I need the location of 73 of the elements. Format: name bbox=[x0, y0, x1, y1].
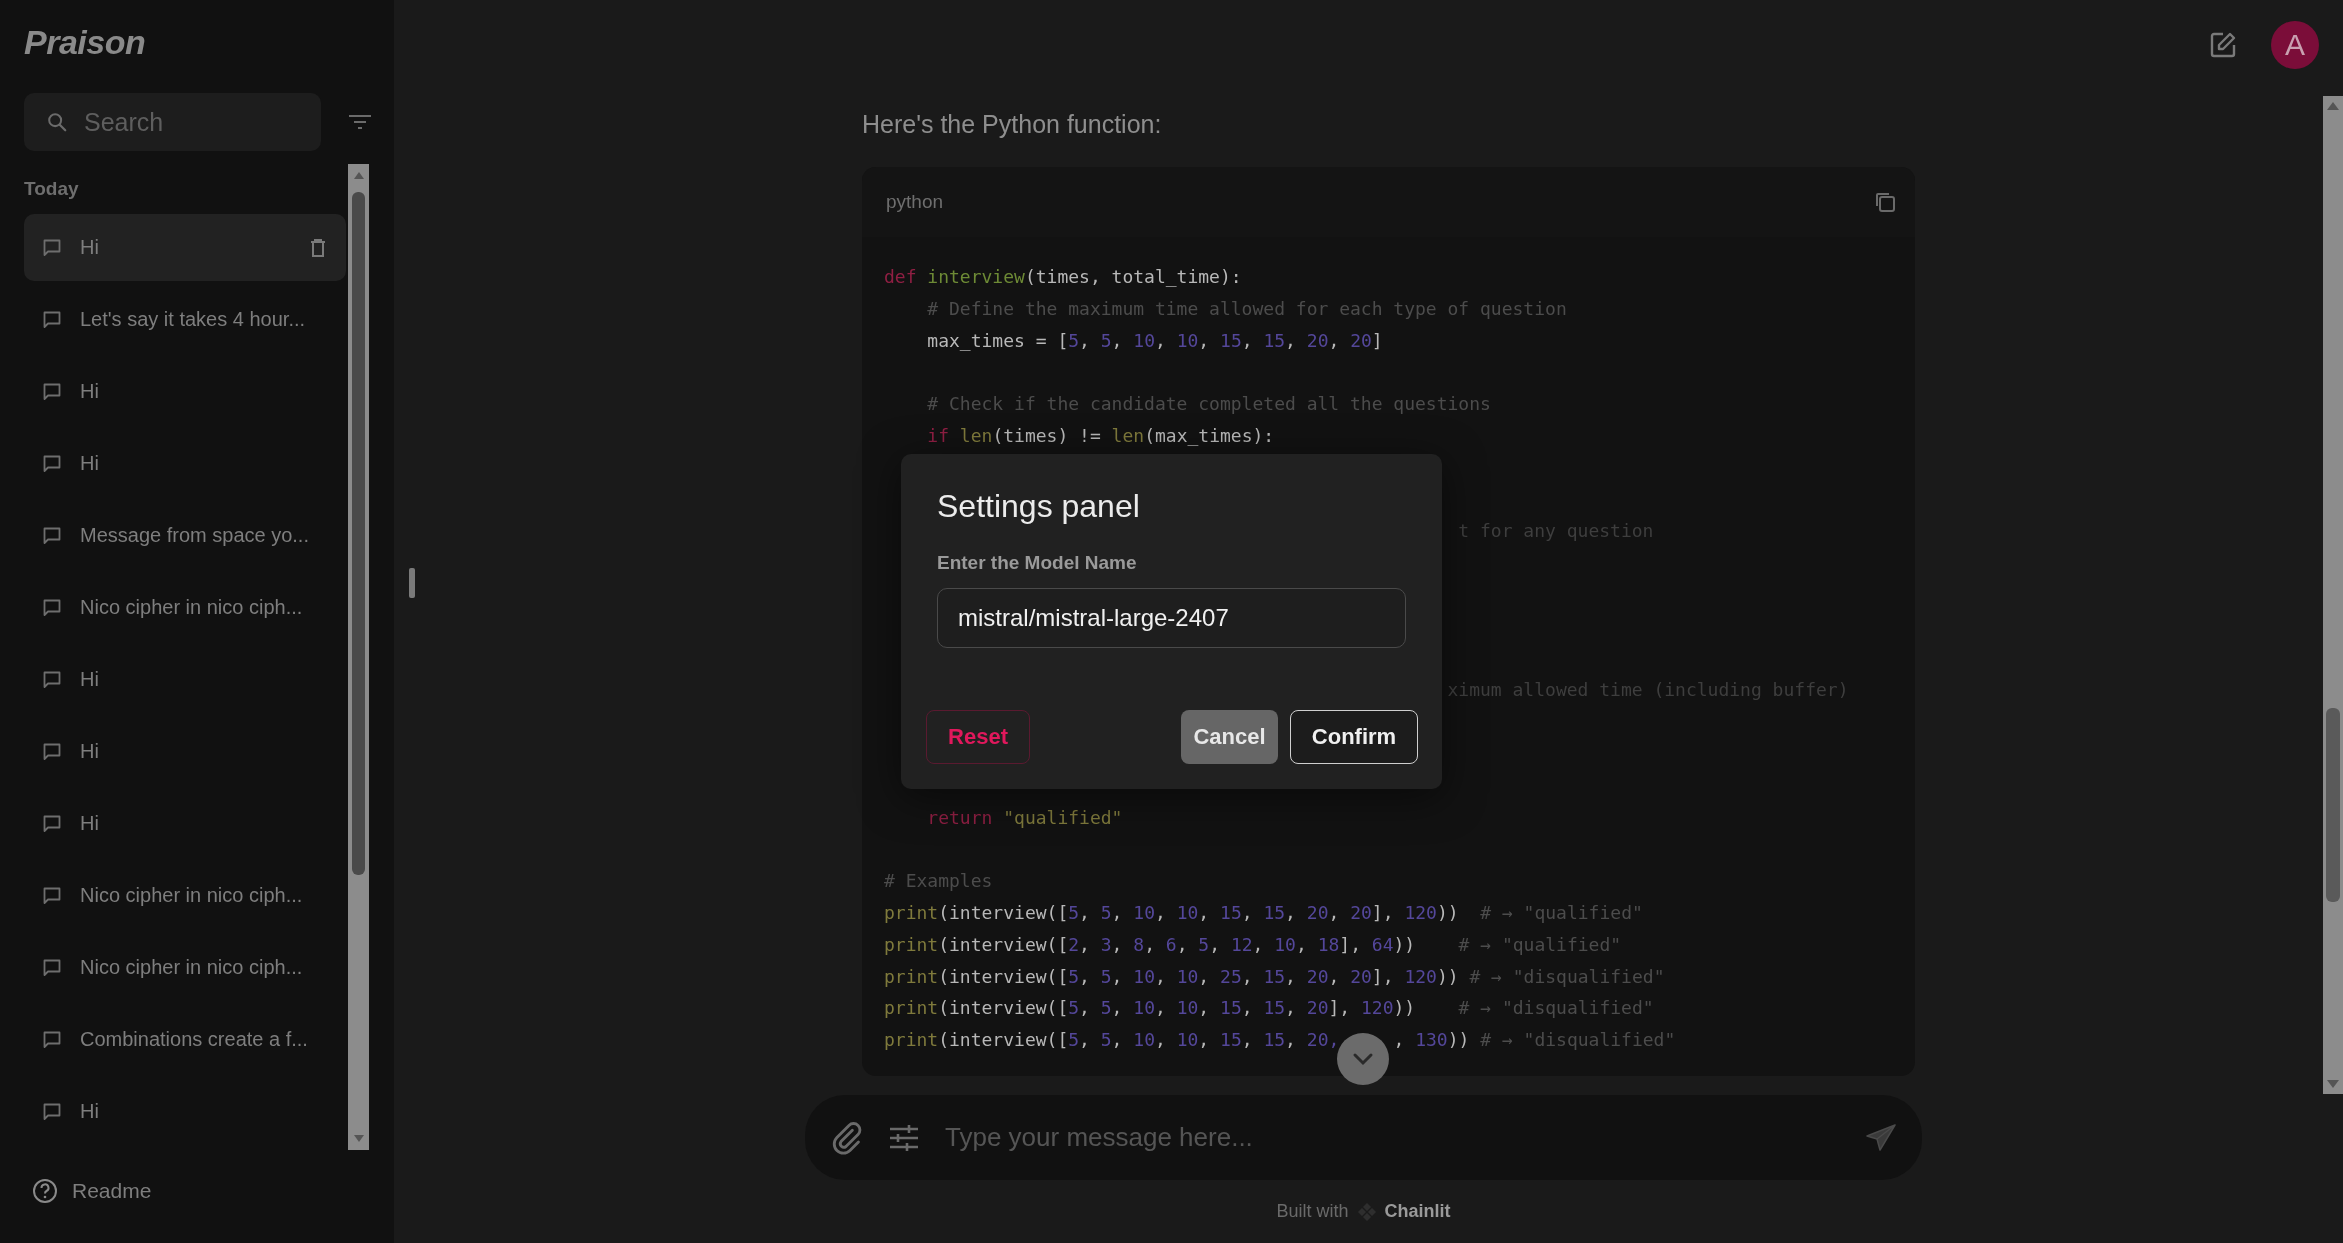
code-line: def interview(times, total_time): bbox=[884, 266, 1242, 287]
trash-icon[interactable] bbox=[310, 237, 326, 258]
code-line: print(interview([5, 5, 10, 10, 15, 15, 20, , 130)) # → "disqualified" bbox=[884, 1029, 1676, 1051]
chat-bubble-icon bbox=[42, 237, 62, 258]
code-line: print(interview([2, 3, 8, 6, 5, 12, 10, 18], 64)) # → "qualified" bbox=[884, 933, 1622, 955]
chat-item[interactable]: Nico cipher in nico ciph... bbox=[24, 862, 346, 929]
chat-bubble-icon bbox=[42, 309, 62, 330]
drag-handle[interactable] bbox=[409, 568, 415, 598]
code-line: print(interview([5, 5, 10, 10, 25, 15, 20, 20], 120)) # → "disqualified" bbox=[884, 965, 1665, 987]
chat-item[interactable]: Let's say it takes 4 hour... bbox=[24, 286, 346, 353]
chat-bubble-icon bbox=[42, 381, 62, 402]
chevron-down-icon bbox=[1351, 1052, 1374, 1066]
scroll-thumb[interactable] bbox=[2326, 708, 2340, 902]
chat-item[interactable]: Hi bbox=[24, 790, 346, 857]
search-icon bbox=[46, 111, 68, 133]
scroll-up-icon[interactable] bbox=[2325, 100, 2341, 112]
language-label: python bbox=[886, 191, 944, 213]
copy-icon[interactable] bbox=[1873, 190, 1897, 214]
chat-item[interactable]: Message from space yo... bbox=[24, 502, 346, 569]
readme-link[interactable]: Readme bbox=[32, 1178, 152, 1204]
dialog-title: Settings panel bbox=[937, 487, 1140, 526]
chat-bubble-icon bbox=[42, 1101, 62, 1122]
model-name-field[interactable]: mistral/mistral-large-2407 bbox=[937, 588, 1406, 648]
dialog-button[interactable]: Confirm bbox=[1290, 710, 1418, 764]
logo: Praison bbox=[24, 22, 146, 62]
chat-bubble-icon bbox=[42, 885, 62, 906]
scroll-up-icon[interactable] bbox=[351, 170, 366, 180]
group-label: Today bbox=[24, 177, 79, 201]
dialog-button[interactable]: Reset bbox=[926, 710, 1030, 764]
chat-item[interactable]: Nico cipher in nico ciph... bbox=[24, 934, 346, 1001]
chat-item[interactable]: Hi bbox=[24, 718, 346, 785]
code-line: print(interview([5, 5, 10, 10, 15, 15, 20], 120)) # → "disqualified" bbox=[884, 997, 1654, 1019]
chat-item[interactable]: Hi bbox=[24, 214, 346, 281]
scrollbar[interactable] bbox=[2323, 96, 2343, 1094]
code-line: max_times = [5, 5, 10, 10, 15, 15, 20, 20] bbox=[927, 329, 1383, 351]
chat-item[interactable]: Nico cipher in nico ciph... bbox=[24, 574, 346, 641]
chat-bubble-icon bbox=[42, 597, 62, 618]
message-composer[interactable]: Type your message here... bbox=[805, 1095, 1922, 1180]
chat-bubble-icon bbox=[42, 813, 62, 834]
scrollbar[interactable] bbox=[348, 164, 369, 1150]
message-text: Here's the Python function: bbox=[862, 109, 1162, 139]
message-input[interactable]: Type your message here... bbox=[945, 1122, 1840, 1153]
scroll-down-icon[interactable] bbox=[351, 1134, 366, 1144]
code-line: return "qualified" bbox=[927, 806, 1123, 828]
chat-bubble-icon bbox=[42, 741, 62, 762]
scroll-down-icon[interactable] bbox=[2325, 1078, 2341, 1090]
chat-bubble-icon bbox=[42, 453, 62, 474]
scroll-thumb[interactable] bbox=[352, 192, 365, 875]
built-with-text: Built with bbox=[1276, 1201, 1349, 1222]
help-icon bbox=[32, 1178, 58, 1204]
brand-link[interactable]: Chainlit bbox=[1384, 1201, 1451, 1222]
field-label: Enter the Model Name bbox=[937, 552, 1137, 574]
chat-item[interactable]: Combinations create a f... bbox=[24, 1006, 346, 1073]
dialog-button[interactable]: Cancel bbox=[1181, 710, 1278, 764]
chat-item[interactable]: Hi bbox=[24, 1078, 346, 1145]
chat-bubble-icon bbox=[42, 669, 62, 690]
chat-item[interactable]: Hi bbox=[24, 646, 346, 713]
chat-item[interactable]: Hi bbox=[24, 430, 346, 497]
code-line: # Examples bbox=[884, 870, 993, 892]
sliders-icon[interactable] bbox=[889, 1123, 919, 1152]
code-line: # Define the maximum time allowed for each type of question bbox=[927, 297, 1567, 319]
chat-bubble-icon bbox=[42, 1029, 62, 1050]
code-line: print(interview([5, 5, 10, 10, 15, 15, 20, 20], 120)) # → "qualified" bbox=[884, 901, 1643, 923]
chat-bubble-icon bbox=[42, 957, 62, 978]
edit-icon[interactable] bbox=[2209, 31, 2237, 59]
filter-icon[interactable] bbox=[348, 114, 372, 130]
chat-item[interactable]: Hi bbox=[24, 358, 346, 425]
send-icon[interactable] bbox=[1866, 1123, 1896, 1152]
code-line: if len(times) != len(max_times): bbox=[927, 425, 1275, 446]
avatar[interactable]: A bbox=[2271, 21, 2319, 69]
search-field[interactable]: Search bbox=[24, 93, 321, 151]
chat-bubble-icon bbox=[42, 525, 62, 546]
code-line: # Check if the candidate completed all the questions bbox=[927, 393, 1491, 415]
